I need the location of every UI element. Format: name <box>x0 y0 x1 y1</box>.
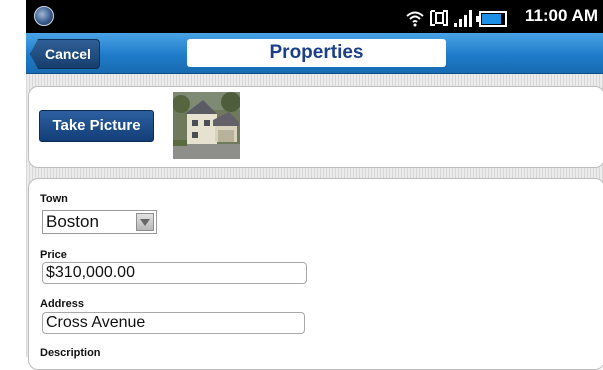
title-bar: Cancel Properties <box>26 33 603 74</box>
battery-level <box>482 14 501 24</box>
status-bar: 11:00 AM <box>26 0 603 33</box>
app-icon <box>34 6 54 26</box>
take-picture-button[interactable]: Take Picture <box>39 110 154 142</box>
description-label: Description <box>40 347 101 359</box>
clock: 11:00 AM <box>524 6 598 25</box>
cancel-button[interactable]: Cancel <box>30 39 100 69</box>
house-photo-thumbnail[interactable] <box>173 92 240 159</box>
chevron-down-icon[interactable] <box>136 213 154 231</box>
address-label: Address <box>40 298 85 310</box>
page-title: Properties <box>187 39 446 67</box>
wifi-icon <box>406 11 424 27</box>
content-area: Take Picture Town Boston Price $310,000.… <box>26 74 603 370</box>
town-value: Boston <box>46 212 99 231</box>
address-input[interactable]: Cross Avenue <box>42 312 305 334</box>
town-select[interactable]: Boston <box>42 210 157 234</box>
status-icons <box>406 7 507 27</box>
price-label: Price <box>40 249 67 261</box>
sync-icon <box>429 9 449 27</box>
signal-icon <box>454 9 472 27</box>
property-form: Town Boston Price $310,000.00 Address Cr… <box>28 178 603 370</box>
battery-icon <box>476 11 507 27</box>
town-label: Town <box>40 193 68 205</box>
price-input[interactable]: $310,000.00 <box>42 262 307 284</box>
photo-panel: Take Picture <box>28 86 603 168</box>
